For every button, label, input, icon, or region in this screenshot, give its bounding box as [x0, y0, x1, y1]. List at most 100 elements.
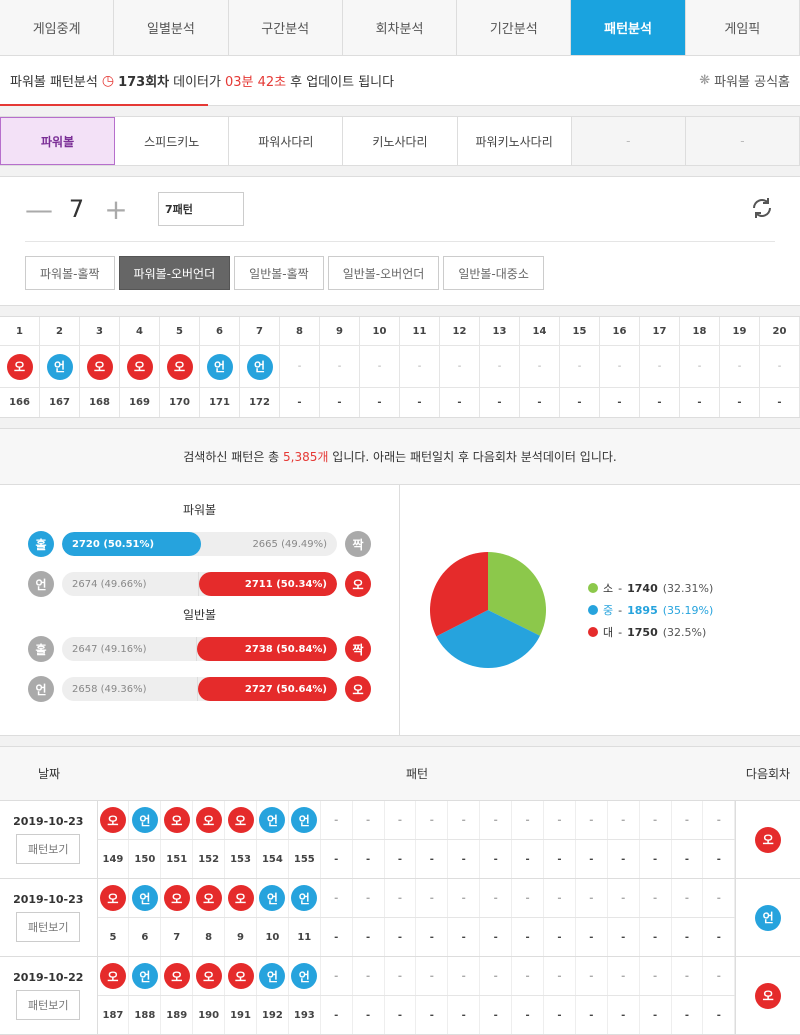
result-ball: 언: [259, 885, 286, 911]
history-date: 2019-10-23: [13, 815, 84, 828]
info-suffix: 후 업데이트 됩니다: [290, 75, 395, 90]
tab-nav-4[interactable]: 기간분석: [457, 0, 572, 55]
history-ball-cell: -: [416, 879, 449, 917]
tab-nav-0[interactable]: 게임중계: [0, 0, 115, 55]
stat-left-icon: 언: [28, 571, 54, 597]
history-date: 2019-10-23: [13, 893, 84, 906]
history-ball-cell: 언: [289, 801, 321, 839]
history-round-cell: -: [703, 918, 736, 956]
history-round-cell: 190: [193, 996, 226, 1034]
decrease-button[interactable]: —: [25, 193, 53, 226]
column-header: 19: [720, 317, 760, 346]
history-ball-cell: -: [416, 801, 449, 839]
ball-cell: 언: [40, 346, 80, 388]
stat-left-icon: 언: [28, 676, 54, 702]
empty-dash: -: [366, 814, 371, 826]
history-balls: 오언오오오언언-------------: [97, 879, 736, 918]
history-date-cell: 2019-10-23 패턴보기: [0, 801, 98, 878]
pattern-type-button-4[interactable]: 일반볼-대중소: [443, 256, 544, 290]
round-cell: 171: [200, 388, 240, 417]
view-pattern-button[interactable]: 패턴보기: [16, 912, 81, 942]
history-round-cell: 154: [257, 840, 289, 878]
history-round-cell: -: [608, 918, 640, 956]
history-date: 2019-10-22: [13, 971, 84, 984]
pattern-type-button-1[interactable]: 파워볼-오버언더: [118, 256, 231, 290]
pattern-type-button-2[interactable]: 일반볼-홀짝: [234, 256, 324, 290]
round-cell: -: [520, 388, 560, 417]
history-ball-cell: -: [672, 879, 704, 917]
pattern-type-button-0[interactable]: 파워볼-홀짝: [25, 256, 115, 290]
result-ball: 언: [206, 353, 233, 380]
round-cell: 167: [40, 388, 80, 417]
legend-label: 중: [603, 604, 614, 617]
history-round-cell: -: [385, 996, 417, 1034]
view-pattern-button[interactable]: 패턴보기: [16, 834, 81, 864]
result-ball: 언: [131, 963, 158, 989]
history-round-cell: 193: [289, 996, 321, 1034]
history-ball-cell: -: [672, 801, 704, 839]
empty-dash: -: [337, 361, 342, 372]
result-ball: 오: [227, 885, 254, 911]
column-header: 9: [320, 317, 360, 346]
history-round-cell: -: [544, 918, 576, 956]
stat-right-icon: 오: [345, 571, 371, 597]
round-cell: -: [640, 388, 680, 417]
history-rounds: 5 6 7 8 9 10 11- - - - - - - - - - - - -: [98, 918, 736, 956]
game-tab-4[interactable]: 파워키노사다리: [458, 117, 572, 165]
result-ball: 언: [291, 885, 318, 911]
refresh-icon[interactable]: [749, 195, 775, 224]
empty-dash: -: [397, 892, 403, 904]
tab-nav-1[interactable]: 일별분석: [114, 0, 229, 55]
round-cell: -: [480, 388, 520, 417]
tab-nav-3[interactable]: 회차분석: [343, 0, 458, 55]
official-home-link[interactable]: ❋ 파워볼 공식홈: [699, 71, 790, 90]
empty-dash: -: [589, 814, 594, 826]
legend-percent-value: 32.31%: [667, 581, 709, 595]
history-next-cell: 오: [736, 801, 800, 878]
legend-sep: -: [618, 625, 623, 639]
stat-row: 언 2658 (49.36%) 2727 (50.64%) 오: [28, 671, 371, 707]
pattern-type-button-3[interactable]: 일반볼-오버언더: [327, 256, 440, 290]
result-ball: 오: [227, 807, 254, 833]
history-ball-cell: -: [672, 957, 704, 995]
tab-nav-2[interactable]: 구간분석: [229, 0, 343, 55]
empty-dash: -: [653, 814, 658, 826]
game-tab-1[interactable]: 스피드키노: [115, 117, 230, 165]
history-ball-cell: -: [703, 879, 736, 917]
history-round-cell: 5: [98, 918, 130, 956]
result-ball: 언: [46, 353, 73, 380]
tab-nav-5[interactable]: 패턴분석: [571, 0, 686, 55]
legend-dot: [588, 605, 598, 615]
history-round-cell: -: [353, 840, 385, 878]
official-home-label: 파워볼 공식홈: [714, 75, 790, 90]
ball-cell: -: [520, 346, 560, 388]
empty-dash: -: [366, 892, 371, 904]
stat-right-value: 2738 (50.84%): [197, 637, 337, 661]
game-tab-2[interactable]: 파워사다리: [229, 117, 344, 165]
view-pattern-button[interactable]: 패턴보기: [16, 990, 81, 1020]
round-cell: 168: [80, 388, 120, 417]
legend-value: 1740: [627, 581, 658, 595]
increase-button[interactable]: +: [104, 193, 128, 226]
empty-dash: -: [684, 814, 690, 826]
history-round-cell: -: [640, 840, 672, 878]
history-round-cell: 189: [161, 996, 194, 1034]
game-tab-0[interactable]: 파워볼: [0, 117, 116, 165]
info-prefix: 파워볼 패턴분석: [10, 75, 98, 90]
ball-cell: -: [720, 346, 760, 388]
history-round-cell: -: [640, 918, 672, 956]
stat-right-value: 2711 (50.34%): [198, 572, 337, 596]
history-round-cell: -: [608, 840, 640, 878]
history-round-cell: -: [448, 996, 481, 1034]
result-ball: 언: [259, 807, 286, 833]
tab-nav-6[interactable]: 게임픽: [686, 0, 800, 55]
game-tab-3[interactable]: 키노사다리: [343, 117, 458, 165]
pattern-input[interactable]: 7패턴: [158, 192, 244, 226]
stat-row: 언 2674 (49.66%) 2711 (50.34%) 오: [28, 566, 371, 602]
legend-value: 1895: [627, 603, 658, 617]
summary-pre: 검색하신 패턴은 총: [183, 450, 280, 464]
pattern-header: 패턴: [405, 767, 429, 781]
history-balls: 오언오오오언언-------------: [97, 957, 736, 996]
history-date-cell: 2019-10-22 패턴보기: [0, 957, 98, 1034]
ball-cell: -: [440, 346, 480, 388]
